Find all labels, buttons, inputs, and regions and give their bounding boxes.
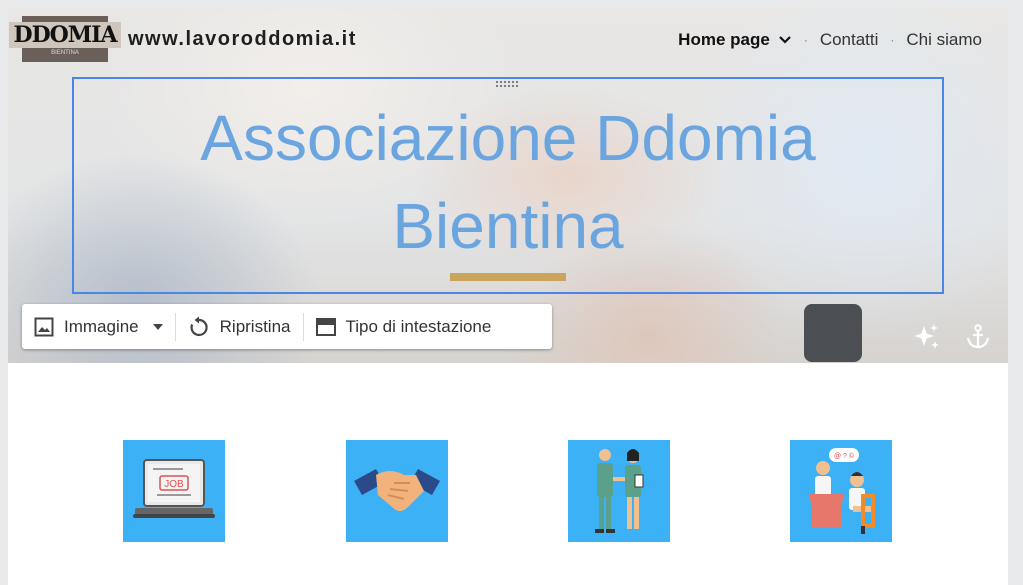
site-url[interactable]: www.lavoroddomia.it xyxy=(128,28,357,51)
card-business-people[interactable] xyxy=(568,440,670,542)
logo-subtext: BIENTINA xyxy=(51,50,79,56)
card-job-laptop[interactable]: JOB xyxy=(123,440,225,542)
nav-item-home[interactable]: Home page xyxy=(678,30,792,50)
logo-text: DDOMIA xyxy=(9,22,121,48)
title-underline xyxy=(450,273,566,281)
header-type-button[interactable]: Tipo di intestazione xyxy=(304,304,504,349)
hero-banner[interactable]: DDOMIA BIENTINA www.lavoroddomia.it Home… xyxy=(8,8,1008,363)
reset-icon xyxy=(190,316,208,336)
header-type-label: Tipo di intestazione xyxy=(345,316,492,336)
handshake-icon xyxy=(354,469,440,511)
card-handshake[interactable] xyxy=(346,440,448,542)
image-icon xyxy=(34,317,54,336)
laptop-job-icon: JOB xyxy=(133,459,215,518)
nav-item-contatti[interactable]: Contatti xyxy=(820,30,879,50)
header-type-icon xyxy=(315,317,336,336)
nav-item-home-label: Home page xyxy=(678,30,770,49)
hero-title[interactable]: Associazione Ddomia Bientina xyxy=(72,94,944,270)
interview-icon: @ ? © xyxy=(809,448,875,534)
caret-down-icon xyxy=(152,323,163,330)
hero-title-line1: Associazione Ddomia xyxy=(200,102,816,174)
reset-button[interactable]: Ripristina xyxy=(176,304,303,349)
nav-separator: · xyxy=(890,33,895,47)
sparkle-icon[interactable] xyxy=(914,324,940,350)
image-menu-label: Immagine xyxy=(64,316,139,336)
page-frame: DDOMIA BIENTINA www.lavoroddomia.it Home… xyxy=(8,8,1008,585)
main-nav: Home page · Contatti · Chi siamo xyxy=(678,30,982,50)
image-menu-button[interactable]: Immagine xyxy=(22,304,175,349)
chevron-down-icon xyxy=(779,36,791,44)
interview-bubble-text: @ ? © xyxy=(834,452,855,460)
nav-separator: · xyxy=(803,33,808,47)
nav-item-chi-siamo[interactable]: Chi siamo xyxy=(906,30,982,50)
card-interview[interactable]: @ ? © xyxy=(790,440,892,542)
anchor-icon[interactable] xyxy=(966,324,990,350)
hero-watch-detail xyxy=(804,304,862,362)
business-people-icon xyxy=(595,449,644,533)
site-logo[interactable]: DDOMIA BIENTINA xyxy=(9,16,121,62)
header-toolbar: Immagine Ripristina Tipo di intestazione xyxy=(22,304,552,349)
reset-label: Ripristina xyxy=(219,316,291,336)
hero-title-line2: Bientina xyxy=(392,190,624,262)
job-text: JOB xyxy=(164,479,184,490)
